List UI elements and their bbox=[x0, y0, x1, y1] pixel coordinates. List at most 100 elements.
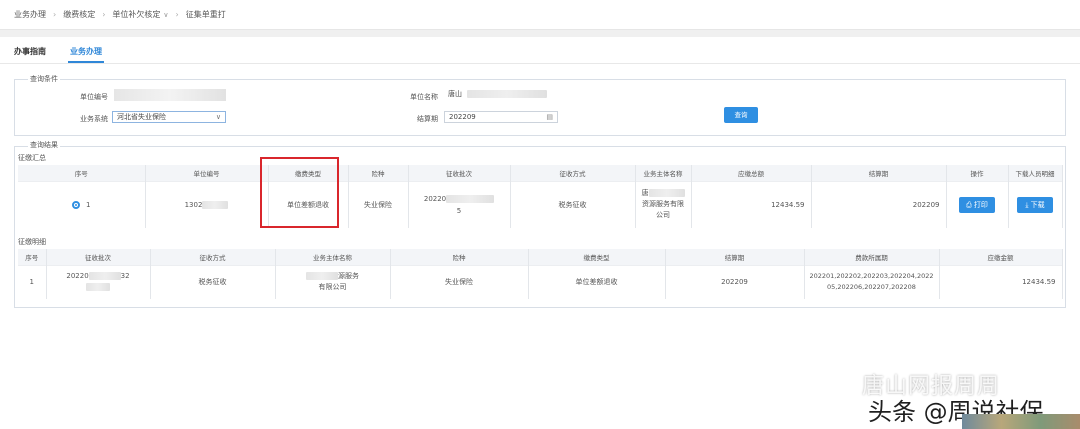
batch-value: 20220 bbox=[66, 272, 89, 281]
entity-line: 源服务 bbox=[338, 272, 359, 281]
chevron-down-icon[interactable]: ∨ bbox=[163, 11, 168, 19]
column-header[interactable]: 操作 bbox=[946, 165, 1009, 181]
settlement-period-value: 202209 bbox=[449, 113, 476, 121]
detail-title: 征缴明细 bbox=[18, 238, 46, 246]
entity-line: 唐 bbox=[641, 189, 649, 198]
batch-value-tail: 32 bbox=[120, 272, 130, 281]
column-header[interactable]: 结算期 bbox=[811, 165, 947, 181]
redacted-text bbox=[306, 272, 338, 281]
breadcrumb-item-fee-check[interactable]: 缴费核定 bbox=[63, 9, 95, 20]
action-cell: ⎙ 打印 bbox=[946, 180, 1009, 228]
calendar-icon[interactable]: ▤ bbox=[546, 112, 553, 122]
unit-name-label: 单位名称 bbox=[410, 93, 438, 101]
settlement-period-label: 结算期 bbox=[417, 115, 438, 123]
business-system-select[interactable]: 河北省失业保险 ∨ bbox=[112, 111, 226, 123]
redacted-text bbox=[648, 189, 685, 198]
business-system-label: 业务系统 bbox=[80, 115, 108, 123]
entity-line: 公司 bbox=[656, 211, 670, 220]
unit-code-cell: 1302 bbox=[145, 180, 269, 228]
settlement-period-input[interactable]: 202209 ▤ bbox=[444, 111, 558, 123]
redacted-text bbox=[446, 194, 495, 203]
header-divider bbox=[0, 30, 1080, 37]
fee-period-line: 202201,202202,202203,202204,2022 bbox=[809, 272, 934, 281]
chevron-down-icon: ∨ bbox=[215, 113, 221, 121]
redacted-text bbox=[467, 90, 548, 98]
column-header[interactable]: 结算期 bbox=[665, 249, 805, 265]
redacted-text bbox=[202, 200, 229, 209]
row-index: 1 bbox=[86, 200, 91, 209]
table-row[interactable]: 1 1302 单位差额退收 失业保险 20220 5 税务征收 唐 资源服务有限… bbox=[18, 180, 1063, 228]
query-conditions-panel bbox=[14, 79, 1066, 136]
column-header[interactable]: 征收批次 bbox=[408, 165, 511, 181]
query-button[interactable]: 查询 bbox=[724, 107, 758, 123]
entity-cell: 唐 资源服务有限 公司 bbox=[635, 180, 692, 228]
query-results-legend: 查询结果 bbox=[28, 140, 60, 150]
print-button[interactable]: ⎙ 打印 bbox=[959, 196, 995, 213]
column-header[interactable]: 费款所属期 bbox=[804, 249, 940, 265]
column-header[interactable]: 征收批次 bbox=[46, 249, 151, 265]
table-row[interactable]: 1 20220 32 税务征收 源服务 有限公司 失业保险 单位差额退收 2022… bbox=[18, 264, 1063, 299]
period-cell: 202209 bbox=[811, 180, 947, 228]
breadcrumb-item-reprint[interactable]: 征集单重打 bbox=[186, 9, 226, 20]
period-cell: 202209 bbox=[665, 264, 805, 299]
chevron-right-icon: › bbox=[53, 10, 57, 19]
breadcrumb: 业务办理 › 缴费核定 › 单位补欠核定 ∨ › 征集单重打 bbox=[0, 0, 1080, 30]
batch-value-tail: 5 bbox=[456, 206, 462, 215]
column-header[interactable]: 单位编号 bbox=[145, 165, 269, 181]
unit-code-input[interactable] bbox=[114, 89, 226, 101]
active-tab-indicator bbox=[68, 61, 104, 63]
corner-photo bbox=[962, 414, 1080, 429]
unit-name-input[interactable]: 唐山 bbox=[444, 89, 558, 101]
breadcrumb-item-arrears-check[interactable]: 单位补欠核定 bbox=[112, 9, 160, 20]
column-header[interactable]: 应缴总额 bbox=[691, 165, 812, 181]
chevron-right-icon: › bbox=[175, 10, 179, 19]
download-icon: ⤓ bbox=[1025, 200, 1029, 209]
column-header[interactable]: 序号 bbox=[18, 249, 47, 265]
detail-table: 序号 征收批次 征收方式 业务主体名称 险种 缴费类型 结算期 费款所属期 应缴… bbox=[18, 249, 1063, 299]
tab-business[interactable]: 业务办理 bbox=[70, 46, 102, 57]
insurance-cell: 失业保险 bbox=[390, 264, 529, 299]
row-index-cell: 1 bbox=[18, 264, 47, 299]
batch-value: 20220 bbox=[423, 194, 447, 203]
chevron-right-icon: › bbox=[102, 10, 106, 19]
download-button[interactable]: ⤓ 下载 bbox=[1017, 196, 1053, 213]
redacted-text bbox=[88, 272, 121, 281]
column-header[interactable]: 征收方式 bbox=[510, 165, 636, 181]
method-cell: 税务征收 bbox=[150, 264, 276, 299]
column-header[interactable]: 业务主体名称 bbox=[275, 249, 391, 265]
column-header[interactable]: 缴费类型 bbox=[528, 249, 666, 265]
row-select-radio[interactable] bbox=[72, 200, 81, 209]
query-conditions-legend: 查询条件 bbox=[28, 74, 60, 84]
fee-period-line: 05,202206,202207,202208 bbox=[827, 283, 916, 292]
download-cell: ⤓ 下载 bbox=[1008, 180, 1063, 228]
column-header[interactable]: 业务主体名称 bbox=[635, 165, 692, 181]
amount-cell: 12434.59 bbox=[939, 264, 1063, 299]
breadcrumb-item-business[interactable]: 业务办理 bbox=[14, 9, 46, 20]
entity-line: 资源服务有限 bbox=[642, 200, 684, 209]
print-button-label: 打印 bbox=[973, 200, 988, 209]
pay-type-cell: 单位差额退收 bbox=[528, 264, 666, 299]
highlight-box bbox=[260, 157, 339, 228]
row-index-cell: 1 bbox=[18, 180, 146, 228]
total-cell: 12434.59 bbox=[691, 180, 812, 228]
entity-cell: 源服务 有限公司 bbox=[275, 264, 391, 299]
column-header[interactable]: 险种 bbox=[348, 165, 409, 181]
column-header[interactable]: 险种 bbox=[390, 249, 529, 265]
insurance-cell: 失业保险 bbox=[348, 180, 409, 228]
summary-title: 征缴汇总 bbox=[18, 154, 46, 162]
detail-header-row: 序号 征收批次 征收方式 业务主体名称 险种 缴费类型 结算期 费款所属期 应缴… bbox=[18, 249, 1063, 265]
batch-cell: 20220 32 bbox=[46, 264, 151, 299]
column-header[interactable]: 征收方式 bbox=[150, 249, 276, 265]
wechat-icon bbox=[838, 372, 863, 389]
download-button-label: 下载 bbox=[1030, 200, 1045, 209]
redacted-text bbox=[86, 283, 110, 292]
column-header[interactable]: 序号 bbox=[18, 165, 146, 181]
column-header[interactable]: 下载人员明细 bbox=[1008, 165, 1063, 181]
column-header[interactable]: 应缴金额 bbox=[939, 249, 1063, 265]
summary-header-row: 序号 单位编号 缴费类型 险种 征收批次 征收方式 业务主体名称 应缴总额 结算… bbox=[18, 165, 1063, 181]
unit-name-value: 唐山 bbox=[448, 90, 462, 98]
business-system-value: 河北省失业保险 bbox=[117, 113, 166, 121]
fee-period-cell: 202201,202202,202203,202204,2022 05,2022… bbox=[804, 264, 940, 299]
tab-guide[interactable]: 办事指南 bbox=[14, 46, 46, 57]
method-cell: 税务征收 bbox=[510, 180, 636, 228]
